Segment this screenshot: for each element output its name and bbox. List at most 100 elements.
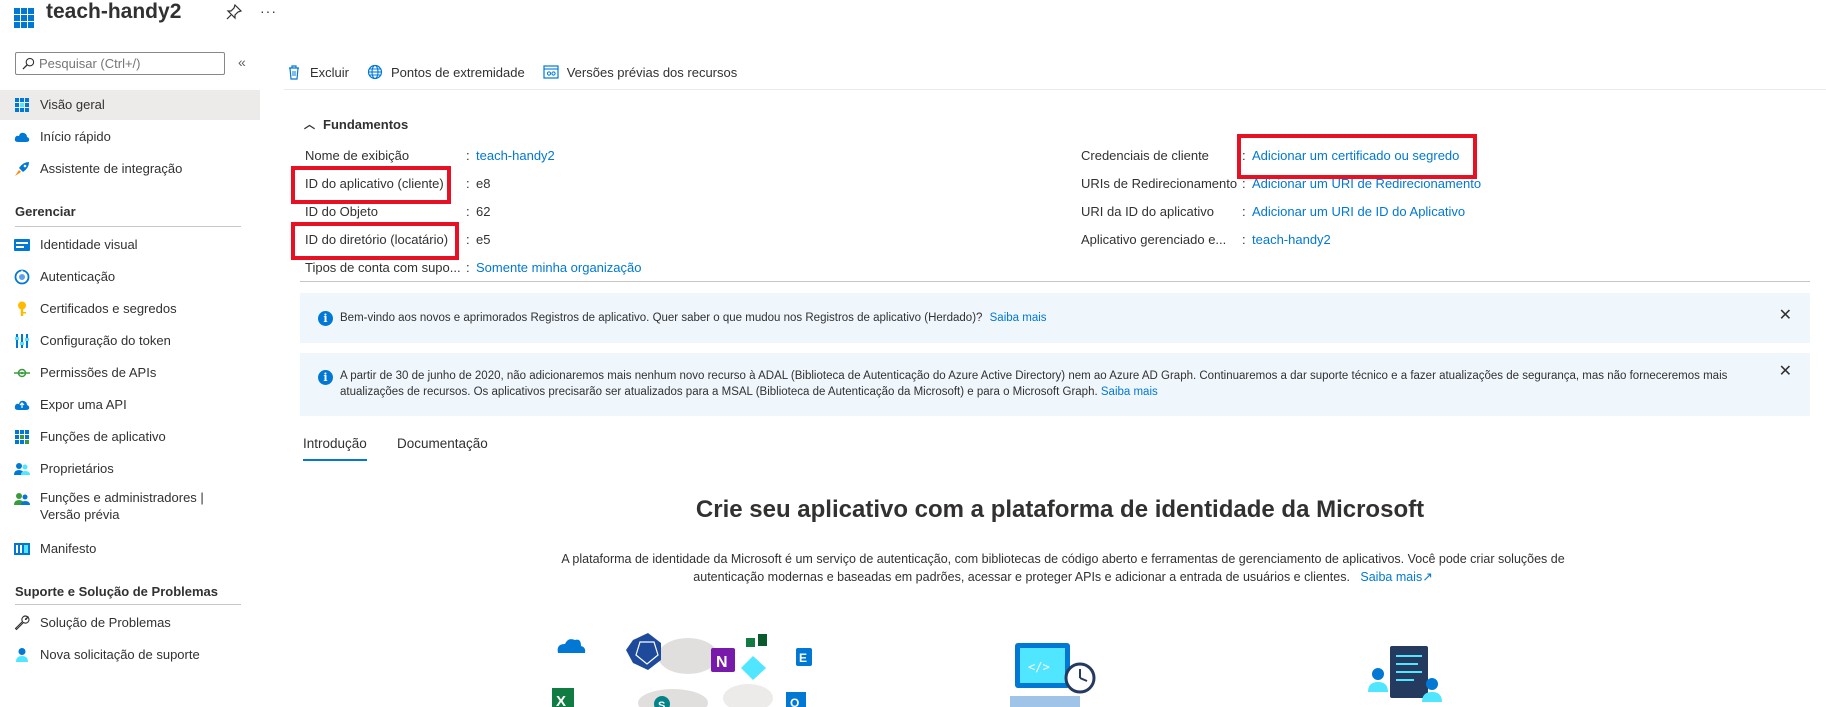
svg-text:O: O [790,696,799,707]
sidebar-item-app-roles[interactable]: Funções de aplicativo [0,422,260,452]
delete-button[interactable]: Excluir [286,64,349,80]
page-header: teach-handy2 ··· [0,0,1826,40]
page-title: teach-handy2 [46,0,182,23]
manage-section-header: Gerenciar [15,204,76,219]
manifest-icon [14,541,30,557]
close-icon[interactable]: ✕ [1779,305,1792,325]
app-registration-icon [14,8,34,28]
sidebar-item-overview[interactable]: Visão geral [0,90,260,120]
app-roles-icon [14,429,30,445]
colon: : [466,260,470,275]
authentication-icon [14,269,30,285]
sidebar-item-label: Nova solicitação de suporte [40,647,200,662]
banner-text: Bem-vindo aos novos e aprimorados Regist… [340,310,1047,326]
sidebar-item-certificates[interactable]: Certificados e segredos [0,294,260,324]
app-id-uri-label: URI da ID do aplicativo [1081,204,1214,219]
add-app-id-uri-link[interactable]: Adicionar um URI de ID do Aplicativo [1252,204,1465,219]
sidebar-item-branding[interactable]: Identidade visual [0,230,260,260]
learn-more-link[interactable]: Saiba mais [1101,386,1158,398]
learn-more-link[interactable]: Saiba mais [990,312,1047,324]
colon: : [466,204,470,219]
toolbar-divider [284,89,1826,90]
collapse-sidebar-button[interactable]: « [238,54,246,70]
developer-monitor-illustration: </> [1010,643,1096,707]
svg-text:X: X [556,693,566,707]
sidebar-item-new-support-request[interactable]: Nova solicitação de suporte [0,640,260,670]
endpoints-button[interactable]: Pontos de extremidade [367,64,525,80]
sidebar-item-owners[interactable]: Proprietários [0,454,260,484]
sidebar-item-api-permissions[interactable]: Permissões de APIs [0,358,260,388]
tab-documentation[interactable]: Documentação [397,436,488,459]
search-input[interactable] [39,56,219,71]
sidebar-item-label: Configuração do token [40,333,171,348]
search-icon [22,57,35,70]
preview-features-icon [543,65,559,79]
sidebar-item-authentication[interactable]: Autenticação [0,262,260,292]
search-box[interactable] [15,52,225,75]
hero-text-line1: A plataforma de identidade da Microsoft … [561,552,1565,566]
trash-icon [289,65,299,80]
api-permissions-icon [14,365,30,381]
close-icon[interactable]: ✕ [1779,361,1792,381]
key-icon [14,301,30,317]
sidebar-item-label: Visão geral [40,97,105,112]
svg-text:</>: </> [1028,660,1050,674]
divider [15,604,241,605]
account-types-link[interactable]: Somente minha organização [476,260,642,275]
colon: : [1242,232,1246,247]
svg-text:N: N [716,654,728,671]
highlight-box [291,222,459,260]
svg-text:S: S [658,700,665,707]
display-name-link[interactable]: teach-handy2 [476,148,555,163]
overview-icon [14,97,30,113]
learn-more-link[interactable]: Saiba mais [1360,570,1422,584]
sidebar-item-expose-api[interactable]: Expor uma API [0,390,260,420]
essentials-title: Fundamentos [323,116,409,132]
banner-message-line2: atualizações de recursos. Os aplicativos… [340,386,1098,398]
delete-label: Excluir [310,64,350,80]
sidebar-item-label: Manifesto [40,541,97,556]
sidebar-item-manifest[interactable]: Manifesto [0,534,260,564]
info-icon: i [318,311,333,326]
hero-title: Crie seu aplicativo com a plataforma de … [695,496,1425,523]
info-banner: i A partir de 30 de junho de 2020, não a… [300,353,1810,416]
pin-icon[interactable] [226,4,242,20]
sidebar-item-troubleshooting[interactable]: Solução de Problemas [0,608,260,638]
tab-introduction[interactable]: Introdução [303,436,367,461]
banner-message: A partir de 30 de junho de 2020, não adi… [340,370,1728,382]
token-config-icon [14,333,30,349]
chevron-up-icon: ︿ [304,119,315,131]
divider [15,226,241,227]
sidebar-item-label: Identidade visual [40,237,138,252]
highlight-box [291,166,451,204]
identity-users-illustration [1368,646,1442,702]
sidebar-item-label: Solução de Problemas [40,615,171,630]
sidebar-item-label: Assistente de integração [40,161,183,176]
managed-app-link[interactable]: teach-handy2 [1252,232,1331,247]
tenant-id-value: e5 [476,232,491,247]
more-options-button[interactable]: ··· [260,3,277,19]
sidebar-item-label: Funções de aplicativo [40,429,166,444]
essentials-toggle[interactable]: ︿ Fundamentos [304,116,408,132]
display-name-label: Nome de exibição [305,148,410,163]
svg-text:E: E [799,651,807,665]
support-section-header: Suporte e Solução de Problemas [15,584,218,599]
sidebar-item-label: Permissões de APIs [40,365,157,380]
sidebar-item-token-configuration[interactable]: Configuração do token [0,326,260,356]
sidebar-item-label: Autenticação [40,269,116,284]
object-id-label: ID do Objeto [305,204,378,219]
command-bar: Excluir Pontos de extremidade Versões pr… [286,60,755,84]
wrench-icon [14,615,30,631]
highlight-box [1237,134,1477,179]
banner-text: A partir de 30 de junho de 2020, não adi… [340,368,1780,400]
sidebar-item-label: Proprietários [40,461,114,476]
endpoints-label: Pontos de extremidade [391,64,525,80]
preview-features-button[interactable]: Versões prévias dos recursos [543,64,738,80]
sidebar-item-integration-assistant[interactable]: Assistente de integração [0,154,260,184]
owners-icon [14,461,30,477]
redirect-uris-label: URIs de Redirecionamento [1081,176,1238,191]
preview-features-label: Versões prévias dos recursos [566,64,738,80]
sidebar-item-quickstart[interactable]: Início rápido [0,122,260,152]
account-types-label: Tipos de conta com supo... [305,260,461,275]
rocket-icon [14,161,30,177]
